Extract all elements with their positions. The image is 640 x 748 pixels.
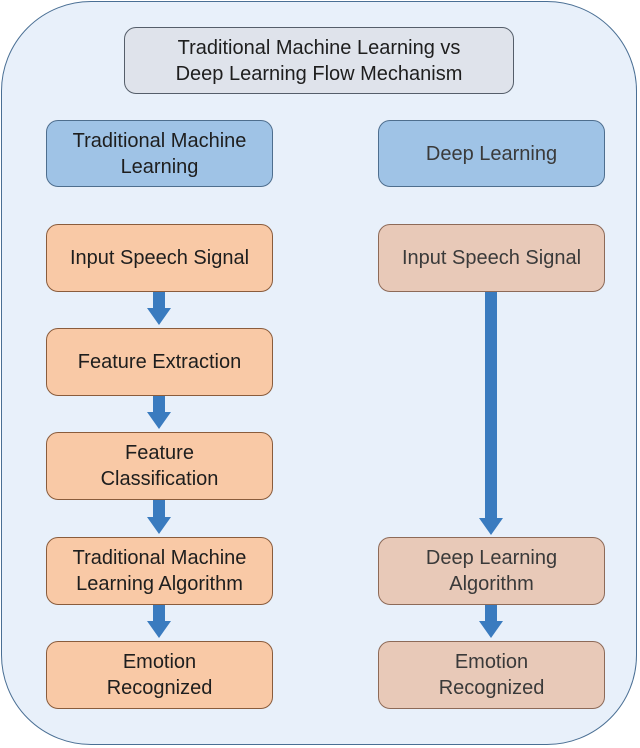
- arrow-down-icon: [479, 605, 503, 638]
- arrow-down-icon: [147, 396, 171, 429]
- arrow-down-icon: [479, 292, 503, 535]
- arrow-down-icon: [147, 605, 171, 638]
- flow-arrows: [147, 292, 503, 638]
- arrow-down-icon: [147, 500, 171, 534]
- arrow-down-icon: [147, 292, 171, 325]
